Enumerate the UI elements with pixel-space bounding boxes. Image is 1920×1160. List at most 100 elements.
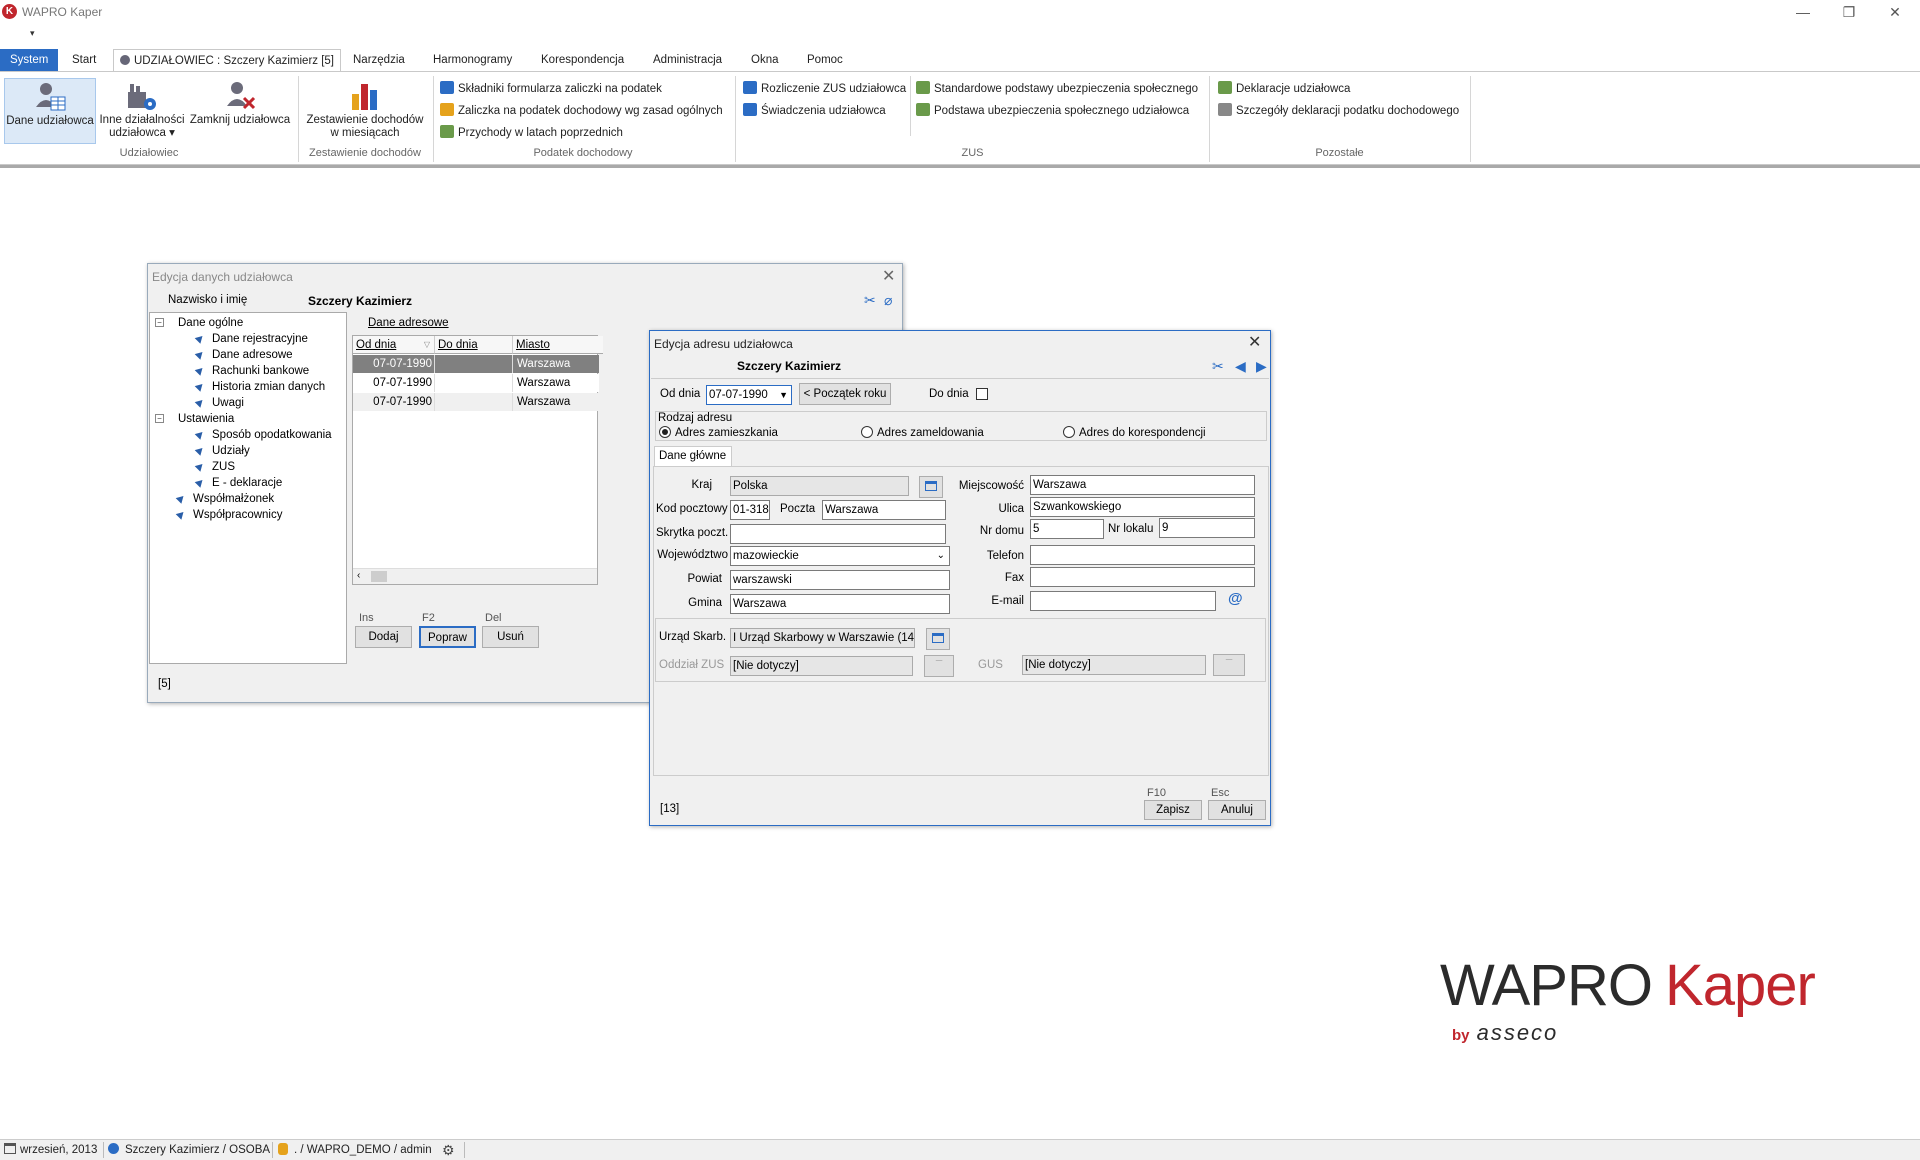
oddzial-zus-field: [Nie dotyczy] <box>730 656 913 676</box>
collapse-icon[interactable]: − <box>155 318 164 327</box>
tab-udzialowiec[interactable]: UDZIAŁOWIEC : Szczery Kazimierz [5] <box>113 49 342 72</box>
status-database[interactable]: . / WAPRO_DEMO / admin <box>278 1143 432 1156</box>
tab-okna[interactable]: Okna <box>745 49 785 71</box>
zamknij-udzialowca-button[interactable]: Zamknij udziałowca <box>188 78 292 127</box>
scissors-icon[interactable]: ✂ <box>1212 358 1224 375</box>
paperclip-icon[interactable]: ⌀ <box>884 292 892 309</box>
powiat-field[interactable]: warszawski <box>730 570 950 590</box>
inne-dzialalnosci-button[interactable]: Inne działalności udziałowca ▾ <box>98 78 186 140</box>
wojewodztwo-select[interactable]: mazowieckie ⌄ <box>730 546 950 566</box>
kraj-picker-button[interactable] <box>919 476 943 498</box>
column-header-miasto[interactable]: Miasto <box>513 336 603 354</box>
tree-item-adresowe[interactable]: Dane adresowe <box>194 349 293 361</box>
tab-start[interactable]: Start <box>66 49 102 71</box>
zestawienie-dochodow-button[interactable]: Zestawienie dochodów w miesiącach <box>302 78 428 140</box>
podstawa-ubezpieczenia-button[interactable]: Podstawa ubezpieczenia społecznego udzia… <box>916 102 1189 120</box>
next-arrow-icon[interactable]: ▶ <box>1256 358 1267 375</box>
popraw-button[interactable]: Popraw <box>419 626 476 648</box>
kod-field[interactable]: 01-318 <box>730 500 770 520</box>
email-at-icon[interactable]: @ <box>1228 590 1243 607</box>
usun-button[interactable]: Usuń <box>482 626 539 648</box>
tree-item-dane-ogolne[interactable]: − Dane ogólne <box>155 317 243 329</box>
tree-item-wspolpracownicy[interactable]: Współpracownicy <box>175 509 282 521</box>
tree-item-edeklaracje[interactable]: E - deklaracje <box>194 477 282 489</box>
status-user[interactable]: Szczery Kazimierz / OSOBA <box>108 1143 270 1156</box>
tree-item-ustawienia[interactable]: − Ustawienia <box>155 413 234 425</box>
scroll-left-icon[interactable]: ‹ <box>357 570 360 581</box>
scissors-icon[interactable]: ✂ <box>864 292 876 309</box>
tree-item-rachunki[interactable]: Rachunki bankowe <box>194 365 309 377</box>
group-label-udzialowiec: Udziałowiec <box>119 147 179 159</box>
radio-korespondencji[interactable]: Adres do korespondencji <box>1063 426 1206 439</box>
tab-narzedzia[interactable]: Narzędzia <box>347 49 411 71</box>
radio-zameldowania[interactable]: Adres zameldowania <box>861 426 984 439</box>
anuluj-button[interactable]: Anuluj <box>1208 800 1266 820</box>
tree-item-zus[interactable]: ZUS <box>194 461 235 473</box>
tree-item-uwagi[interactable]: Uwagi <box>194 397 244 409</box>
skrytka-field[interactable] <box>730 524 946 544</box>
status-separator <box>103 1142 104 1158</box>
tree-item-rejestracyjne[interactable]: Dane rejestracyjne <box>194 333 308 345</box>
nr-domu-field[interactable]: 5 <box>1030 519 1104 539</box>
tab-harmonogramy[interactable]: Harmonogramy <box>427 49 518 71</box>
horizontal-scrollbar[interactable]: ‹ <box>353 568 597 584</box>
column-header-od[interactable]: Od dnia ▽ <box>353 336 435 354</box>
gmina-field[interactable]: Warszawa <box>730 594 950 614</box>
kraj-field[interactable]: Polska <box>730 476 909 496</box>
tree-item-udzialy[interactable]: Udziały <box>194 445 250 457</box>
chevron-down-icon[interactable]: ▼ <box>779 386 788 404</box>
inne-dzialalnosci-label-2: udziałowca ▾ <box>109 127 175 139</box>
do-dnia-checkbox[interactable] <box>976 388 988 400</box>
prev-arrow-icon[interactable]: ◀ <box>1235 358 1246 375</box>
dodaj-button[interactable]: Dodaj <box>355 626 412 648</box>
nr-lokalu-field[interactable]: 9 <box>1159 518 1255 538</box>
tab-korespondencja[interactable]: Korespondencja <box>535 49 630 71</box>
tab-pomoc[interactable]: Pomoc <box>801 49 849 71</box>
tree-item-wspolmalzonek[interactable]: Współmałżonek <box>175 493 274 505</box>
collapse-icon[interactable]: − <box>155 414 164 423</box>
ulica-field[interactable]: Szwankowskiego <box>1030 497 1255 517</box>
miejscowosc-field[interactable]: Warszawa <box>1030 475 1255 495</box>
poczta-field[interactable]: Warszawa <box>822 500 946 520</box>
od-dnia-date-picker[interactable]: 07-07-1990 ▼ <box>706 385 792 405</box>
chevron-down-icon[interactable]: ⌄ <box>937 547 945 565</box>
tab-dane-adresowe[interactable]: Dane adresowe <box>368 317 449 329</box>
standardowe-podstawy-button[interactable]: Standardowe podstawy ubezpieczenia społe… <box>916 80 1198 98</box>
tree-node-icon <box>194 349 206 360</box>
zaliczka-button[interactable]: Zaliczka na podatek dochodowy wg zasad o… <box>440 102 723 120</box>
scroll-thumb[interactable] <box>371 571 387 582</box>
minimize-button[interactable]: — <box>1788 2 1818 22</box>
tab-system[interactable]: System <box>0 49 59 71</box>
logo-kaper: Kaper <box>1665 953 1816 1018</box>
email-field[interactable] <box>1030 591 1216 611</box>
close-button[interactable]: ✕ <box>1880 2 1910 22</box>
radio-zamieszkania[interactable]: Adres zamieszkania <box>659 426 778 439</box>
tree-item-historia[interactable]: Historia zmian danych <box>194 381 325 393</box>
urzad-picker-button[interactable] <box>926 628 950 650</box>
zapisz-button[interactable]: Zapisz <box>1144 800 1202 820</box>
column-header-do[interactable]: Do dnia <box>435 336 513 354</box>
dialog-close-icon[interactable]: ✕ <box>1248 332 1261 352</box>
edit-window-title: Edycja danych udziałowca <box>152 270 293 284</box>
dane-udzialowca-button[interactable]: Dane udziałowca <box>4 78 96 144</box>
tree-item-sposob[interactable]: Sposób opodatkowania <box>194 429 332 441</box>
poczatek-roku-button[interactable]: < Początek roku <box>799 383 891 405</box>
edit-window-close-icon[interactable]: ✕ <box>882 266 895 286</box>
quick-access-dropdown[interactable]: ▾ <box>30 28 35 39</box>
status-separator <box>272 1142 273 1158</box>
skladniki-formularza-button[interactable]: Składniki formularza zaliczki na podatek <box>440 80 662 98</box>
przychody-button[interactable]: Przychody w latach poprzednich <box>440 124 623 142</box>
status-date[interactable]: wrzesień, 2013 <box>4 1143 97 1156</box>
restore-button[interactable]: ❐ <box>1834 2 1864 22</box>
tab-dane-glowne[interactable]: Dane główne <box>654 446 732 467</box>
telefon-field[interactable] <box>1030 545 1255 565</box>
tab-administracja[interactable]: Administracja <box>647 49 728 71</box>
urzad-skarb-field[interactable]: I Urząd Skarbowy w Warszawie (1435 <box>730 628 915 648</box>
fax-field[interactable] <box>1030 567 1255 587</box>
gear-icon[interactable]: ⚙ <box>442 1142 455 1159</box>
deklaracje-udzialowca-button[interactable]: Deklaracje udziałowca <box>1218 80 1350 98</box>
tree-node-icon <box>175 493 187 504</box>
szczegoly-deklaracji-button[interactable]: Szczegóły deklaracji podatku dochodowego <box>1218 102 1459 120</box>
swiadczenia-button[interactable]: Świadczenia udziałowca <box>743 102 886 120</box>
rozliczenie-zus-button[interactable]: Rozliczenie ZUS udziałowca <box>743 80 906 98</box>
